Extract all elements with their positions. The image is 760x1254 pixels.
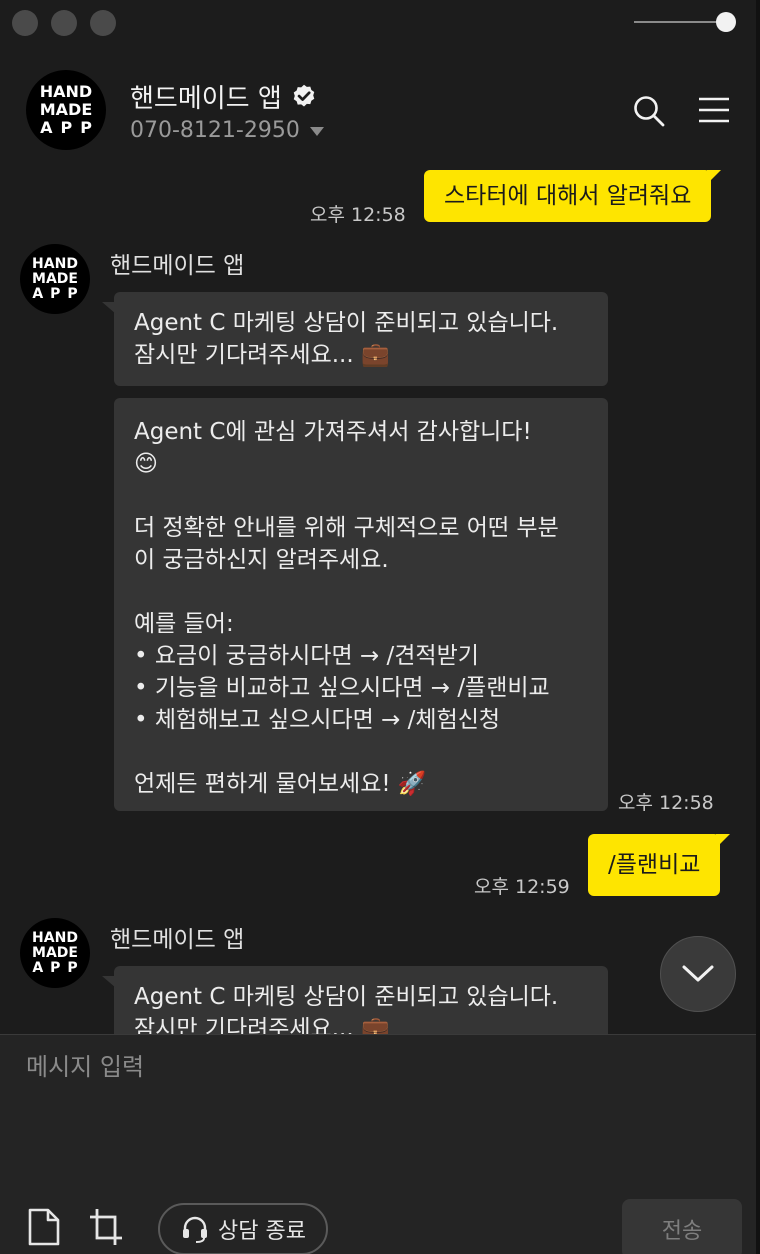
- screenshot-crop-icon[interactable]: [88, 1207, 124, 1247]
- message-line: • 체험해보고 싶으시다면 → /체험신청: [134, 707, 501, 733]
- end-consultation-label: 상담 종료: [218, 1219, 306, 1244]
- menu-icon[interactable]: [697, 94, 731, 128]
- message-line: 잠시만 기다려주세요... 💼: [134, 342, 390, 368]
- channel-name: 핸드메이드 앱: [130, 84, 282, 114]
- window-border: [756, 0, 760, 1254]
- logo-line-3: APP: [32, 286, 85, 302]
- send-label: 전송: [661, 1219, 703, 1244]
- message-line: Agent C 마케팅 상담이 준비되고 있습니다.: [134, 310, 559, 336]
- end-consultation-button[interactable]: 상담 종료: [158, 1203, 328, 1254]
- message-input[interactable]: [26, 1053, 726, 1081]
- my-message-bubble[interactable]: 스타터에 대해서 알려줘요: [424, 170, 722, 222]
- logo-line-1: HAND: [32, 930, 78, 946]
- my-message-bubble[interactable]: /플랜비교: [588, 834, 731, 896]
- message-line: 😊: [134, 451, 158, 477]
- message-line: 이 궁금하신지 알려주세요.: [134, 547, 389, 573]
- message-line: Agent C에 관심 가져주셔서 감사합니다!: [134, 419, 532, 445]
- message-line: [134, 480, 588, 512]
- message-time: 오후 12:58: [618, 792, 714, 814]
- chevron-down-icon: [682, 965, 714, 982]
- close-window-button[interactable]: [12, 10, 38, 36]
- slider-knob[interactable]: [716, 12, 736, 32]
- sender-avatar[interactable]: HAND MADE APP: [20, 244, 90, 314]
- message-line: • 요금이 궁금하시다면 → /견적받기: [134, 643, 479, 669]
- headset-icon: [183, 1216, 208, 1243]
- logo-line-1: HAND: [32, 256, 78, 272]
- message-line: 더 정확한 안내를 위해 구체적으로 어떤 부분: [134, 515, 559, 541]
- message-text: 스타터에 대해서 알려줘요: [444, 183, 692, 209]
- window-controls: [12, 10, 116, 36]
- logo-line-3: APP: [40, 118, 100, 137]
- maximize-window-button[interactable]: [90, 10, 116, 36]
- send-button[interactable]: 전송: [622, 1199, 742, 1254]
- search-icon[interactable]: [632, 94, 666, 128]
- their-message-bubble[interactable]: Agent C에 관심 가져주셔서 감사합니다! 😊 더 정확한 안내를 위해 …: [114, 398, 608, 811]
- message-list[interactable]: 오후 12:58 스타터에 대해서 알려줘요 HAND MADE APP 핸드메…: [0, 160, 760, 1034]
- chat-title[interactable]: 핸드메이드 앱: [130, 78, 318, 115]
- sender-name: 핸드메이드 앱: [110, 253, 245, 279]
- their-message-bubble[interactable]: Agent C 마케팅 상담이 준비되고 있습니다. 잠시만 기다려주세요...…: [102, 966, 608, 1034]
- their-message-bubble[interactable]: Agent C 마케팅 상담이 준비되고 있습니다. 잠시만 기다려주세요...…: [102, 292, 608, 386]
- verified-badge-icon: [293, 84, 315, 106]
- profile-avatar[interactable]: HAND MADE APP: [26, 70, 106, 150]
- logo-line-2: MADE: [32, 945, 78, 961]
- logo-line-1: HAND: [39, 82, 93, 101]
- sender-avatar[interactable]: HAND MADE APP: [20, 918, 90, 988]
- message-time: 오후 12:59: [474, 876, 570, 898]
- message-composer: 상담 종료 전송: [0, 1034, 760, 1254]
- phone-selector[interactable]: 070-8121-2950: [130, 118, 324, 143]
- logo-line-2: MADE: [39, 100, 93, 119]
- message-line: • 기능을 비교하고 싶으시다면 → /플랜비교: [134, 675, 550, 701]
- message-line: 언제든 편하게 물어보세요! 🚀: [134, 771, 427, 797]
- sender-name: 핸드메이드 앱: [110, 927, 245, 953]
- message-time: 오후 12:58: [310, 204, 406, 226]
- message-line: 잠시만 기다려주세요... 💼: [134, 1016, 390, 1034]
- phone-number: 070-8121-2950: [130, 118, 300, 143]
- chat-window: HAND MADE APP 핸드메이드 앱 070-8121-2950 오후 1…: [0, 0, 760, 1254]
- minimize-window-button[interactable]: [51, 10, 77, 36]
- logo-line-3: APP: [32, 960, 85, 976]
- message-line: [134, 576, 588, 608]
- opacity-slider[interactable]: [634, 12, 738, 32]
- logo-line-2: MADE: [32, 271, 78, 287]
- chevron-down-icon: [309, 127, 324, 136]
- slider-track: [634, 21, 726, 23]
- file-attach-icon[interactable]: [26, 1207, 62, 1247]
- message-text: /플랜비교: [608, 852, 701, 878]
- scroll-to-bottom-button[interactable]: [660, 936, 736, 1012]
- message-line: [134, 736, 588, 768]
- message-line: 예를 들어:: [134, 611, 234, 637]
- message-line: Agent C 마케팅 상담이 준비되고 있습니다.: [134, 984, 559, 1010]
